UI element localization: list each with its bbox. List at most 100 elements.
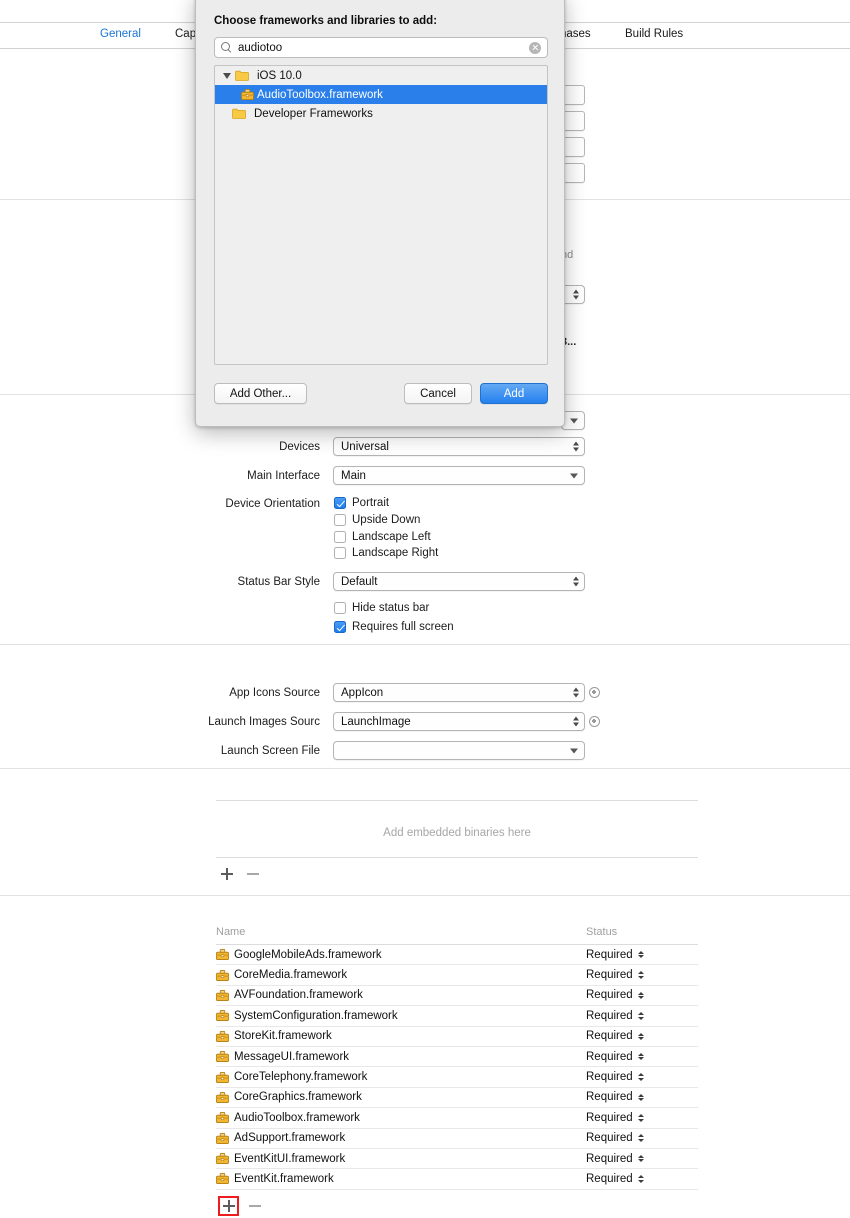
framework-icon (216, 1051, 229, 1063)
framework-status-cell[interactable]: Required (586, 1173, 698, 1185)
framework-status-cell[interactable]: Required (586, 1132, 698, 1144)
checkbox-icon[interactable] (334, 513, 346, 526)
table-row[interactable]: StoreKit.framework Required (216, 1027, 698, 1047)
remove-framework-button[interactable] (247, 1198, 263, 1214)
stepper-icon[interactable] (637, 969, 645, 981)
label-launch-screen-file: Launch Screen File (220, 745, 320, 757)
orientation-landscape-left[interactable]: Landscape Left (334, 530, 431, 543)
add-button[interactable]: Add (480, 383, 548, 404)
stepper-icon[interactable] (637, 1030, 645, 1042)
stepper-icon[interactable] (637, 1112, 645, 1124)
stepper-icon[interactable] (637, 989, 645, 1001)
framework-search-box[interactable] (214, 37, 548, 58)
checkbox-icon[interactable] (334, 530, 346, 543)
disclosure-triangle-icon[interactable] (223, 72, 231, 79)
identity-field-4[interactable] (563, 163, 585, 183)
orientation-landscape-right[interactable]: Landscape Right (334, 547, 439, 560)
table-row[interactable]: AudioToolbox.framework Required (216, 1108, 698, 1129)
embedded-binaries-bottom-rule (216, 857, 698, 858)
remove-embedded-binary-button[interactable] (245, 866, 261, 882)
framework-list-item[interactable]: iOS 10.0 (215, 66, 547, 85)
checkbox-label: Requires full screen (352, 621, 454, 633)
checkbox-label: Portrait (352, 497, 390, 509)
launch-images-sourc-popup[interactable]: LaunchImage (333, 712, 585, 731)
framework-results-list[interactable]: iOS 10.0 AudioToolbox.framework Developer … (214, 65, 548, 365)
stepper-icon[interactable] (637, 1173, 645, 1185)
dialog-title: Choose frameworks and libraries to add: (214, 15, 438, 27)
tab-cap[interactable]: Cap (175, 28, 196, 40)
devices-popup[interactable]: Universal (333, 437, 585, 456)
app-icons-source-popup[interactable]: AppIcon (333, 683, 585, 702)
folder-icon (232, 108, 246, 119)
checkbox-label: Landscape Right (352, 547, 439, 560)
checkbox-icon[interactable] (334, 621, 346, 633)
main-interface-popup[interactable]: Main (333, 466, 585, 485)
identity-field-3[interactable] (563, 137, 585, 157)
tab-general[interactable]: General (100, 28, 141, 40)
add-embedded-binary-button[interactable] (219, 866, 235, 882)
add-other-button[interactable]: Add Other... (214, 383, 307, 404)
table-row[interactable]: CoreTelephony.framework Required (216, 1067, 698, 1088)
cancel-button[interactable]: Cancel (404, 383, 472, 404)
launch-images-sourc-open-asset-catalog-icon[interactable] (589, 716, 600, 727)
framework-list-item-label: Developer Frameworks (254, 107, 373, 120)
status-option-requires-full-screen[interactable]: Requires full screen (334, 621, 454, 633)
framework-status-cell[interactable]: Required (586, 969, 698, 981)
table-row[interactable]: MessageUI.framework Required (216, 1047, 698, 1068)
table-row[interactable]: EventKitUI.framework Required (216, 1149, 698, 1170)
stepper-icon[interactable] (637, 1091, 645, 1103)
table-row[interactable]: AVFoundation.framework Required (216, 986, 698, 1007)
search-input[interactable] (238, 41, 529, 54)
embedded-binaries-placeholder: Add embedded binaries here (383, 827, 531, 839)
checkbox-icon[interactable] (334, 602, 346, 614)
framework-status-cell[interactable]: Required (586, 1010, 698, 1022)
table-row[interactable]: AdSupport.framework Required (216, 1129, 698, 1149)
orientation-portrait[interactable]: Portrait (334, 497, 389, 509)
launch-screen-file-popup[interactable] (333, 741, 585, 760)
tab-build-rules[interactable]: Build Rules (625, 28, 683, 40)
table-row[interactable]: SystemConfiguration.framework Required (216, 1006, 698, 1027)
framework-name: CoreMedia.framework (234, 969, 348, 982)
framework-status-cell[interactable]: Required (586, 949, 698, 961)
checkbox-icon[interactable] (334, 497, 346, 509)
chevron-down-icon (570, 418, 578, 423)
framework-status-cell[interactable]: Required (586, 1071, 698, 1083)
stepper-icon[interactable] (637, 1010, 645, 1022)
orientation-upside-down[interactable]: Upside Down (334, 513, 421, 526)
framework-status-cell[interactable]: Required (586, 1112, 698, 1124)
status-option-hide-status-bar[interactable]: Hide status bar (334, 602, 429, 614)
framework-status-cell[interactable]: Required (586, 1091, 698, 1103)
identity-field-2[interactable] (563, 111, 585, 131)
clear-search-icon[interactable] (529, 41, 541, 54)
stepper-icon[interactable] (637, 1051, 645, 1063)
app-icons-source-open-asset-catalog-icon[interactable] (589, 687, 600, 698)
identity-field-1[interactable] (563, 85, 585, 105)
device-orientation-label: Device Orientation (225, 498, 320, 510)
label-app-icons-source: App Icons Source (229, 687, 320, 699)
table-row[interactable]: EventKit.framework Required (216, 1169, 698, 1190)
stepper-icon[interactable] (637, 1071, 645, 1083)
stepper-icon[interactable] (637, 949, 645, 961)
framework-icon (241, 89, 254, 100)
table-row[interactable]: CoreGraphics.framework Required (216, 1088, 698, 1109)
table-row[interactable]: GoogleMobileAds.framework Required (216, 945, 698, 966)
framework-status-cell[interactable]: Required (586, 1153, 698, 1165)
chevron-down-icon (570, 473, 578, 478)
table-row[interactable]: CoreMedia.framework Required (216, 965, 698, 986)
framework-status-cell[interactable]: Required (586, 1051, 698, 1063)
framework-name-cell: CoreTelephony.framework (216, 1071, 586, 1083)
framework-status: Required (586, 1111, 633, 1124)
stepper-icon[interactable] (637, 1132, 645, 1144)
checkbox-label: Upside Down (352, 513, 421, 526)
framework-status: Required (586, 1009, 633, 1022)
checkbox-icon[interactable] (334, 547, 346, 560)
embedded-binaries-top-rule (216, 800, 698, 801)
status-bar-style-popup[interactable]: Default (333, 572, 585, 591)
add-framework-highlight-annotation (218, 1196, 239, 1216)
framework-status-cell[interactable]: Required (586, 1030, 698, 1042)
folder-icon (235, 70, 249, 81)
framework-list-item[interactable]: Developer Frameworks (215, 104, 547, 123)
framework-list-item[interactable]: AudioToolbox.framework (215, 85, 547, 104)
stepper-icon[interactable] (637, 1153, 645, 1165)
framework-status-cell[interactable]: Required (586, 989, 698, 1001)
